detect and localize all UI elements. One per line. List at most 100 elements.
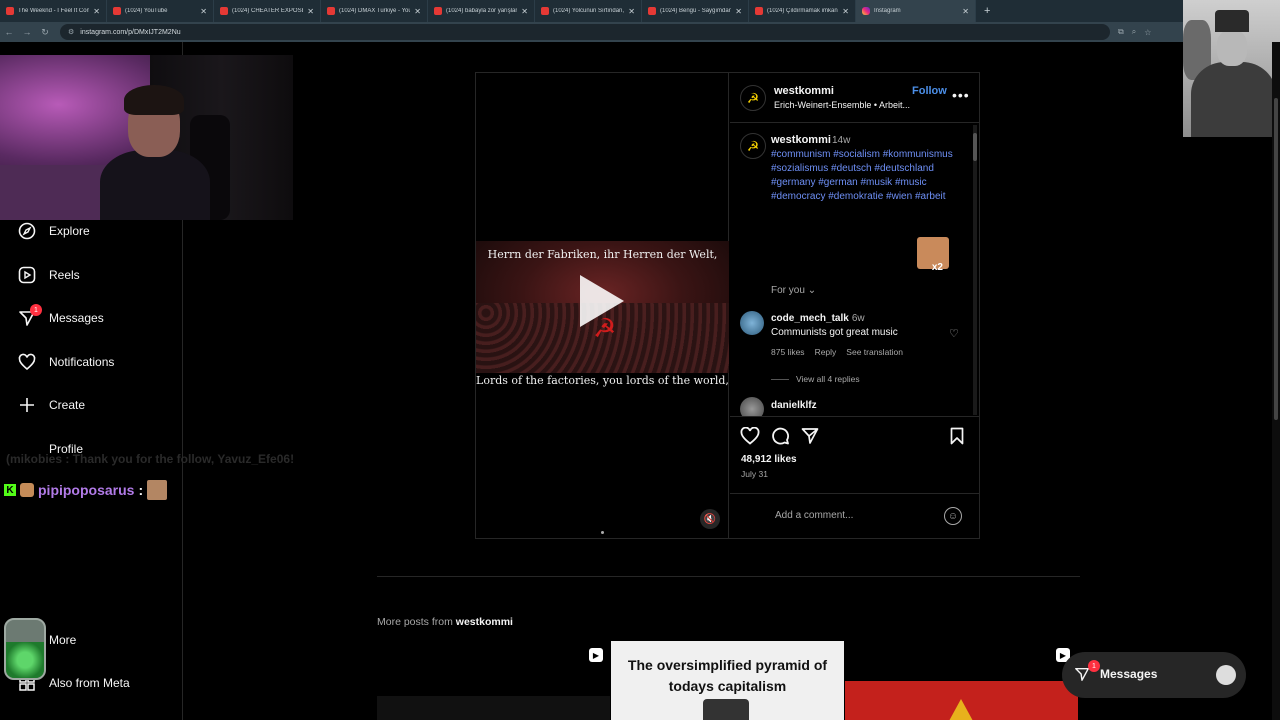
- close-icon[interactable]: ✕: [842, 7, 849, 16]
- avatar[interactable]: ☭: [740, 85, 766, 111]
- site-info-icon[interactable]: ⚙: [68, 28, 74, 36]
- sidebar-item-notifications[interactable]: Notifications: [18, 353, 114, 371]
- chat-username: pipipoposarus: [38, 482, 135, 498]
- comment-time: 6w: [851, 313, 865, 324]
- sidebar-item-reels[interactable]: Reels: [18, 266, 80, 284]
- more-options-icon[interactable]: •••: [952, 87, 970, 103]
- bookmark-icon[interactable]: [950, 427, 964, 450]
- reload-icon[interactable]: ↻: [36, 27, 54, 38]
- sidebar-item-label: Create: [49, 398, 86, 412]
- browser-tab[interactable]: (1024) Yolcunun Sırtından, Kan✕: [535, 0, 642, 22]
- browser-tab[interactable]: (1024) Çıldırmamak imkansız 4 ✕: [749, 0, 856, 22]
- browser-tab[interactable]: (1024) Bengü - Saygımdan (Alp✕: [642, 0, 749, 22]
- sidebar-item-messages[interactable]: 1 Messages: [18, 304, 104, 327]
- sidebar-item-explore[interactable]: Explore: [18, 222, 90, 240]
- caption-time: 14w: [832, 135, 851, 146]
- browser-tab[interactable]: (1024) CHEATER EXPOSED FAC ✕: [214, 0, 321, 22]
- messenger-icon: [1074, 666, 1090, 687]
- comments-scrollbar[interactable]: [973, 125, 977, 415]
- youtube-icon: [327, 7, 335, 15]
- post-header: ☭ westkommi Erich-Weinert-Ensemble • Arb…: [730, 73, 979, 123]
- caption-hashtags[interactable]: #communism #socialism #kommunismus #sozi…: [771, 148, 961, 204]
- close-icon[interactable]: ✕: [735, 7, 742, 16]
- post-thumbnail[interactable]: [845, 681, 1078, 720]
- close-icon[interactable]: ✕: [93, 7, 100, 16]
- view-replies-button[interactable]: View all 4 replies: [796, 374, 860, 384]
- post-audio-track[interactable]: Erich-Weinert-Ensemble • Arbeit...: [774, 100, 914, 110]
- emoji-icon[interactable]: ☺: [944, 507, 962, 525]
- comment-like-icon[interactable]: ♡: [949, 327, 959, 340]
- reply-button[interactable]: Reply: [815, 347, 837, 357]
- messages-pill-label: Messages: [1100, 667, 1158, 681]
- close-icon[interactable]: ✕: [521, 7, 528, 16]
- caption-username[interactable]: westkommi: [771, 134, 831, 146]
- close-icon[interactable]: ✕: [414, 7, 421, 16]
- reels-icon: [18, 266, 36, 284]
- youtube-icon: [6, 7, 14, 15]
- avatar: [1216, 665, 1236, 685]
- comment-text: Communists got great music: [771, 327, 898, 338]
- browser-tab[interactable]: (1024) babayla zor yarışlar mı✕: [428, 0, 535, 22]
- avatar[interactable]: [740, 397, 764, 416]
- forward-icon[interactable]: →: [18, 27, 36, 37]
- tab-title: (1024) babayla zor yarışlar mı: [446, 8, 518, 14]
- likes-count[interactable]: 48,912 likes: [741, 454, 797, 465]
- zoom-icon[interactable]: ⌕: [1132, 27, 1136, 37]
- close-icon[interactable]: ✕: [200, 7, 207, 16]
- sidebar-item-label: Also from Meta: [49, 676, 130, 690]
- messages-pill[interactable]: 1 Messages: [1062, 652, 1246, 698]
- speaker-muted-icon: 🔇: [703, 513, 717, 525]
- see-translation-button[interactable]: See translation: [846, 347, 903, 357]
- more-posts-username[interactable]: westkommi: [456, 616, 513, 628]
- compass-icon: [18, 222, 36, 240]
- follow-button[interactable]: Follow: [912, 85, 947, 97]
- hammer-sickle-icon: ☭: [593, 313, 617, 343]
- comment-icon[interactable]: [771, 427, 790, 450]
- tab-title: The Weeknd - I Feel It Coming: [18, 8, 90, 14]
- browser-tab[interactable]: The Weeknd - I Feel It Coming✕: [0, 0, 107, 22]
- scrollbar-thumb[interactable]: [973, 133, 977, 161]
- page-scrollbar[interactable]: [1272, 42, 1280, 720]
- url-field[interactable]: ⚙ instagram.com/p/DMxIJT2M2Nu: [60, 24, 1110, 40]
- close-icon[interactable]: ✕: [628, 7, 635, 16]
- extensions-icon[interactable]: ⧉: [1118, 27, 1124, 37]
- browser-tab[interactable]: (1024) YouTube ✕: [107, 0, 214, 22]
- browser-tab[interactable]: (1024) DMAX Turkiye - YouTub✕: [321, 0, 428, 22]
- post-thumbnail[interactable]: [377, 696, 610, 720]
- comment-username[interactable]: danielklfz: [771, 400, 817, 411]
- tab-title: (1024) Çıldırmamak imkansız 4: [767, 8, 838, 14]
- post-dialog: Herrn der Fabriken, ihr Herren der Welt,…: [475, 72, 980, 539]
- sidebar-item-create[interactable]: Create: [18, 396, 85, 414]
- sidebar-item-label: Messages: [49, 311, 104, 325]
- mute-button[interactable]: 🔇: [700, 509, 720, 529]
- share-icon[interactable]: [801, 427, 819, 450]
- post-thumbnail[interactable]: The oversimplified pyramid of todays cap…: [611, 641, 844, 720]
- portrait-overlay: [1183, 0, 1280, 137]
- thumbnail-figure: [703, 699, 749, 720]
- new-tab-button[interactable]: +: [984, 5, 990, 17]
- section-divider: [377, 576, 1080, 577]
- bookmark-star-icon[interactable]: ☆: [1144, 28, 1151, 37]
- comment-input[interactable]: Add a comment...: [775, 510, 853, 521]
- comment-likes[interactable]: 875 likes: [771, 347, 805, 357]
- chat-emote-icon: [147, 480, 168, 500]
- address-bar: ← → ↻ ⚙ instagram.com/p/DMxIJT2M2Nu ⧉ ⌕ …: [0, 22, 1280, 42]
- youtube-icon: [220, 7, 228, 15]
- streamer-body: [100, 150, 210, 220]
- post-username[interactable]: westkommi: [774, 85, 834, 97]
- for-you-toggle[interactable]: For you ⌄: [771, 285, 816, 296]
- scrollbar-thumb[interactable]: [1274, 98, 1278, 420]
- sidebar-item-label: Explore: [49, 224, 90, 238]
- heart-icon: [18, 353, 36, 371]
- browser-tab-active[interactable]: Instagram ✕: [856, 0, 976, 22]
- comment-username[interactable]: code_mech_talk 6w: [771, 313, 865, 324]
- back-icon[interactable]: ←: [0, 27, 18, 37]
- like-icon[interactable]: [740, 426, 760, 450]
- close-icon[interactable]: ✕: [307, 7, 314, 16]
- notification-badge: 1: [1088, 660, 1100, 672]
- close-icon[interactable]: ✕: [962, 7, 969, 16]
- avatar[interactable]: ☭: [740, 133, 766, 159]
- chat-colon: :: [138, 482, 144, 498]
- reel-video[interactable]: Herrn der Fabriken, ihr Herren der Welt,…: [476, 73, 729, 538]
- avatar[interactable]: [740, 311, 764, 335]
